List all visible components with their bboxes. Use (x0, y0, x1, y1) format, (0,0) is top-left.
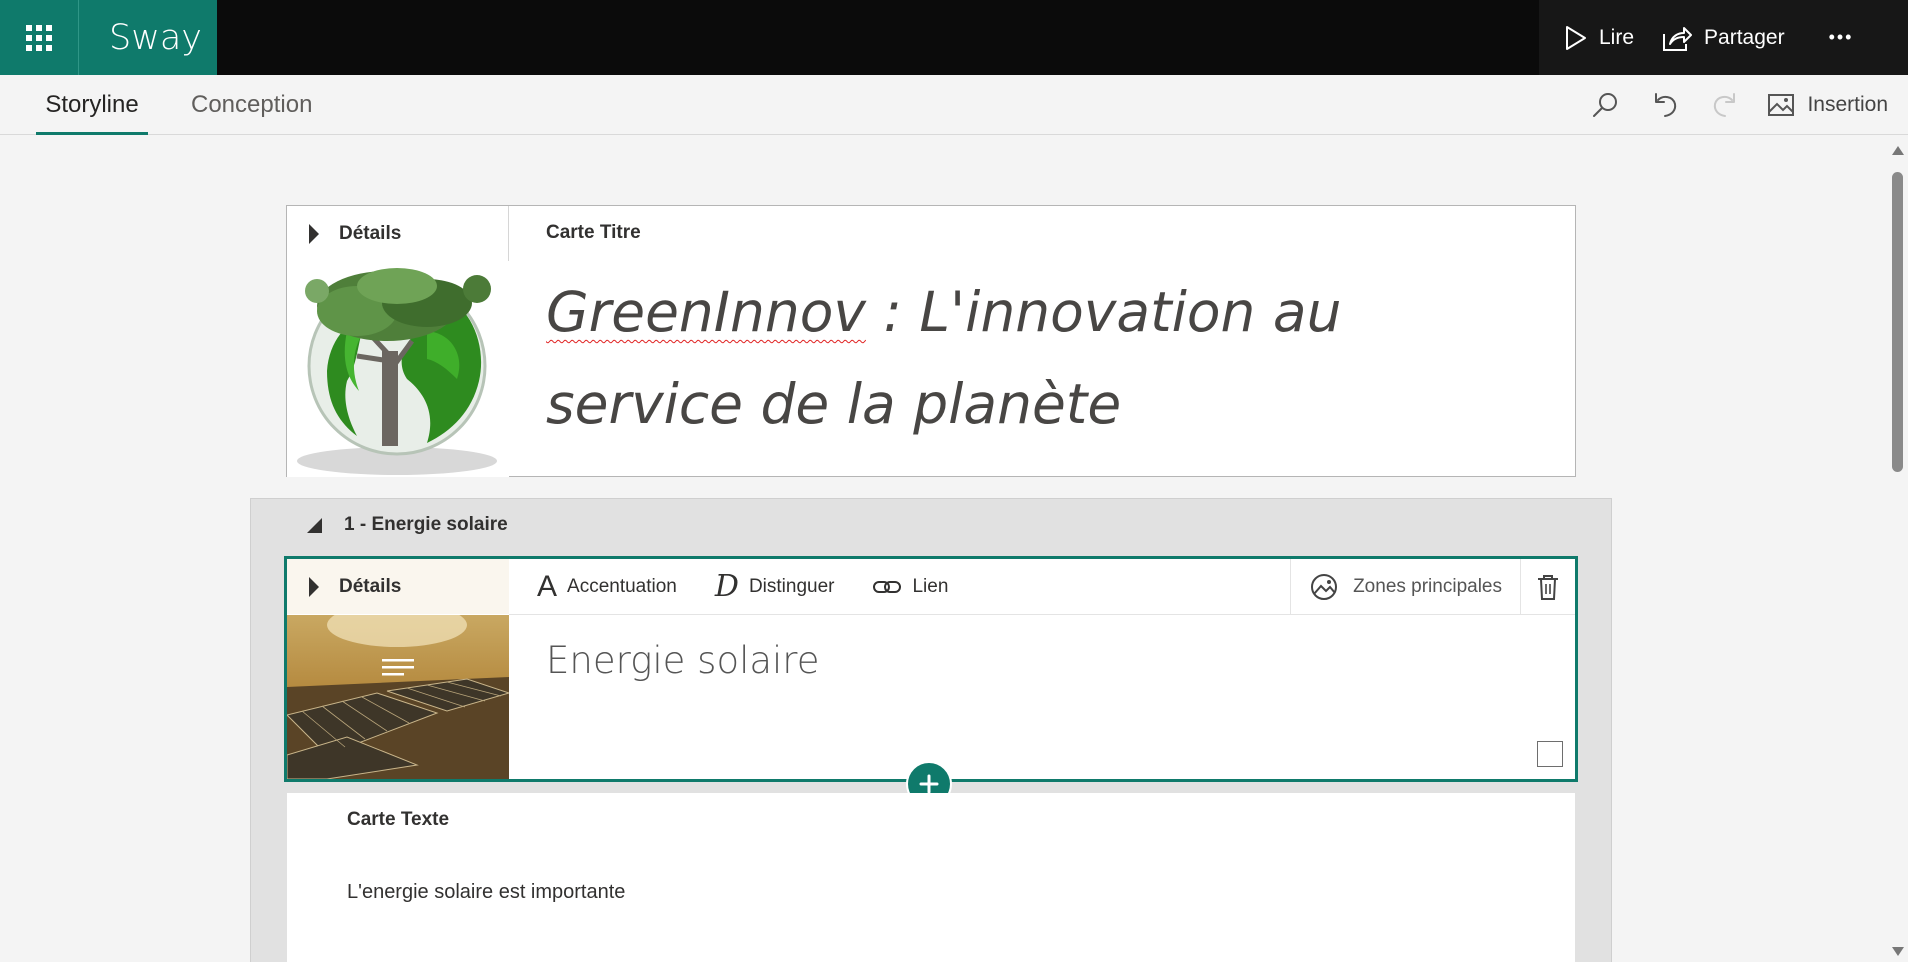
top-actions: Lire Partager ••• (1539, 0, 1908, 75)
emphasis-label: Accentuation (567, 575, 677, 597)
more-options-button[interactable]: ••• (1809, 0, 1874, 75)
link-button[interactable]: Lien (852, 559, 966, 615)
delete-card-button[interactable] (1521, 559, 1575, 615)
card-format-toolbar: A Accentuation D Distinguer Lien Zones p… (509, 558, 1575, 615)
expand-right-icon (309, 223, 319, 244)
waffle-icon (26, 24, 52, 51)
distinguish-label: Distinguer (748, 575, 835, 597)
play-icon (1566, 25, 1586, 50)
title-card-side: Détails (287, 206, 509, 477)
plus-icon (919, 774, 939, 794)
scroll-up-icon[interactable] (1892, 146, 1904, 155)
toolbar-right: Zones principales (1290, 558, 1575, 615)
share-icon (1663, 26, 1693, 51)
title-card-text[interactable]: GreenInnov : L'innovation au service de … (546, 266, 1506, 450)
share-button[interactable]: Partager (1648, 0, 1799, 75)
play-label: Lire (1599, 25, 1635, 49)
heading-card-side: Détails (287, 559, 509, 779)
search-icon (1593, 93, 1618, 117)
search-button[interactable] (1575, 75, 1635, 135)
share-label: Partager (1704, 25, 1785, 49)
insert-button[interactable]: Insertion (1755, 93, 1908, 117)
focus-points-icon (1311, 573, 1338, 600)
title-card-details-toggle[interactable]: Détails (287, 206, 509, 261)
collapse-icon (307, 517, 322, 533)
title-card-type: Carte Titre (546, 222, 641, 243)
link-icon (873, 580, 902, 593)
redo-button[interactable] (1695, 75, 1755, 135)
expand-right-icon (309, 576, 319, 597)
heading-card-details-toggle[interactable]: Détails (287, 559, 509, 614)
solar-panels-image[interactable] (287, 615, 509, 779)
app-name[interactable]: Sway (79, 0, 217, 75)
heading-card[interactable]: Détails A Accentuation D Distinguer Lien… (284, 556, 1578, 782)
ribbon: Storyline Conception Insertion (0, 75, 1908, 135)
trash-icon (1538, 574, 1558, 600)
focus-points-button[interactable]: Zones principales (1290, 558, 1521, 615)
redo-icon (1714, 93, 1736, 117)
details-label: Détails (339, 575, 402, 597)
more-icon: ••• (1828, 27, 1854, 47)
scroll-down-icon[interactable] (1892, 947, 1904, 956)
tab-storyline[interactable]: Storyline (36, 75, 148, 135)
image-icon (1768, 94, 1795, 116)
undo-button[interactable] (1635, 75, 1695, 135)
title-card[interactable]: Détails Carte Titre GreenInnov : L'innov… (286, 205, 1576, 477)
vertical-scrollbar[interactable] (1886, 136, 1908, 962)
distinguish-button[interactable]: D Distinguer (695, 559, 853, 615)
section-title: 1 - Energie solaire (344, 514, 508, 535)
app-launcher-button[interactable] (0, 0, 78, 75)
top-bar: Sway Lire Partager ••• (0, 0, 1908, 75)
tab-conception[interactable]: Conception (191, 75, 312, 135)
misspelled-word[interactable]: GreenInnov (546, 280, 866, 344)
details-label: Détails (339, 222, 402, 244)
heading-text[interactable]: Energie solaire (546, 639, 819, 682)
distinguish-icon: D (714, 569, 739, 604)
ribbon-tools: Insertion (1575, 75, 1908, 135)
text-card[interactable]: Carte Texte L'energie solaire est import… (287, 793, 1575, 962)
play-button[interactable]: Lire (1551, 0, 1648, 75)
focus-points-label: Zones principales (1353, 575, 1502, 597)
scroll-thumb[interactable] (1892, 172, 1903, 472)
insert-label: Insertion (1807, 93, 1888, 116)
emphasis-button[interactable]: A Accentuation (509, 559, 695, 615)
select-checkbox[interactable] (1537, 741, 1563, 767)
text-card-type: Carte Texte (347, 809, 450, 830)
text-card-body[interactable]: L'energie solaire est importante (347, 881, 625, 904)
section-header[interactable]: 1 - Energie solaire (307, 499, 508, 551)
link-label: Lien (912, 575, 949, 597)
emphasis-icon: A (537, 569, 558, 603)
undo-icon (1655, 93, 1677, 117)
globe-tree-image[interactable] (287, 261, 509, 477)
